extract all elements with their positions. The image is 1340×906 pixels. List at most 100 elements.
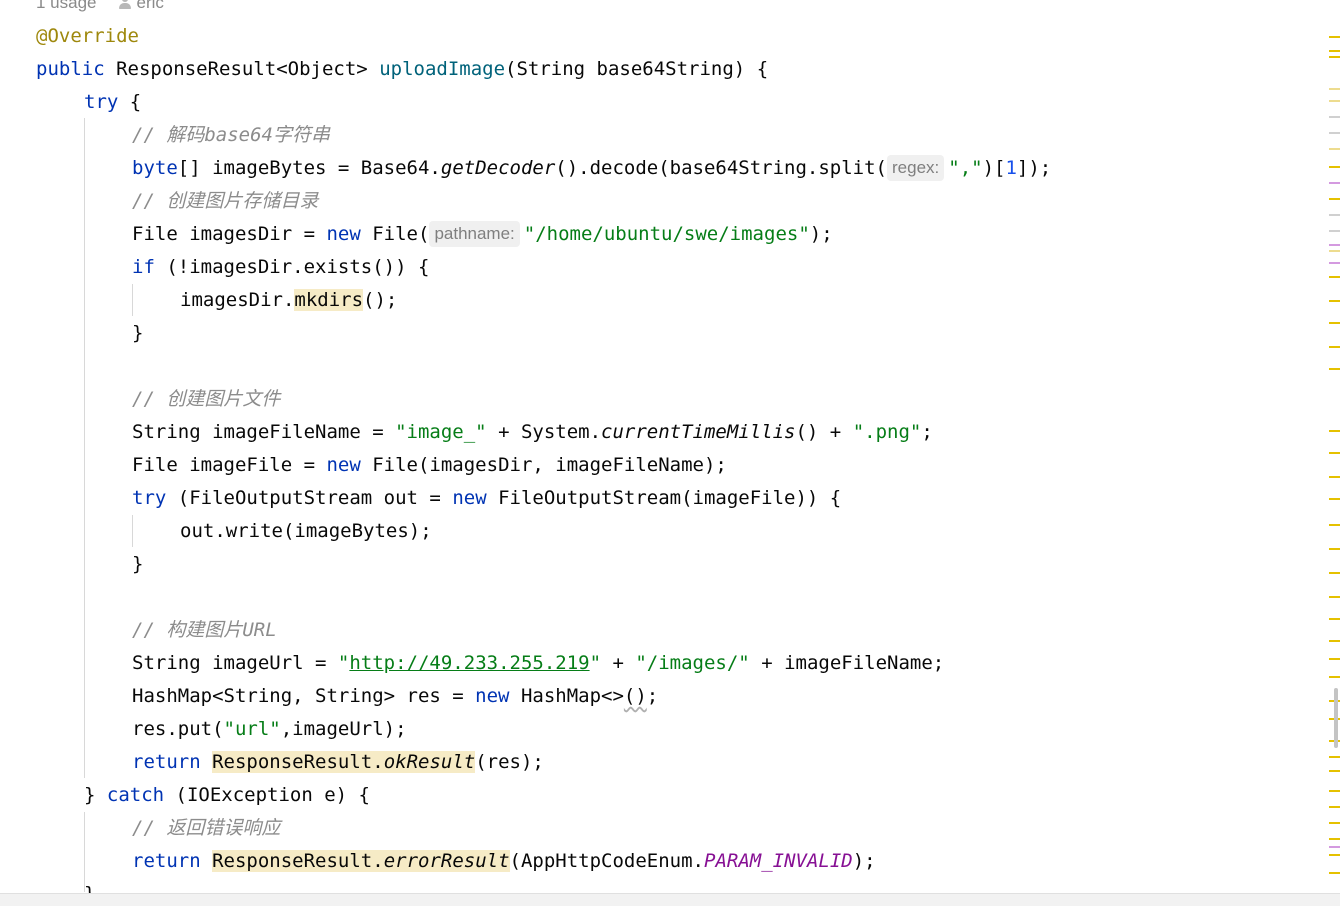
code-line-4[interactable]: // 解码base64字符串: [132, 119, 330, 152]
keyword-new: new: [326, 454, 361, 476]
method-okResult-highlighted[interactable]: okResult: [384, 751, 476, 773]
enum-PARAM_INVALID[interactable]: PARAM_INVALID: [704, 850, 853, 872]
usage-marker[interactable]: [1329, 262, 1340, 264]
info-marker[interactable]: [1329, 230, 1340, 232]
code-line-12[interactable]: // 创建图片文件: [132, 383, 280, 416]
code-text: ().decode(base64String.split(: [555, 157, 887, 179]
closing-brace: }: [132, 553, 144, 575]
warning-marker[interactable]: [1329, 300, 1340, 302]
code-line-9[interactable]: imagesDir.mkdirs();: [180, 284, 397, 317]
code-line-16[interactable]: out.write(imageBytes);: [180, 515, 432, 548]
code-editor[interactable]: 1 usage eric @Override public ResponseRes…: [0, 0, 1326, 893]
warning-marker[interactable]: [1329, 166, 1340, 168]
usages-count[interactable]: 1 usage: [36, 0, 97, 12]
warning-marker[interactable]: [1329, 524, 1340, 526]
info-marker[interactable]: [1329, 132, 1340, 134]
code-line-6[interactable]: // 创建图片存储目录: [132, 185, 318, 218]
code-line-8[interactable]: if (!imagesDir.exists()) {: [132, 251, 429, 284]
warning-squiggle[interactable]: (): [624, 685, 647, 707]
warning-marker[interactable]: [1329, 36, 1340, 38]
method-getDecoder[interactable]: getDecoder: [441, 157, 555, 179]
warning-marker[interactable]: [1329, 618, 1340, 620]
code-line-2[interactable]: public ResponseResult<Object> uploadImag…: [36, 53, 768, 86]
warning-marker[interactable]: [1329, 198, 1340, 200]
method-name-uploadImage[interactable]: uploadImage: [379, 58, 505, 80]
code-vision-hint[interactable]: 1 usage eric: [36, 0, 164, 14]
warning-marker[interactable]: [1329, 548, 1340, 550]
usage-marker[interactable]: [1329, 846, 1340, 848]
closing-brace: }: [84, 883, 95, 893]
code-line-20[interactable]: String imageUrl = "http://49.233.255.219…: [132, 647, 944, 680]
author-name[interactable]: eric: [137, 0, 164, 12]
warning-marker[interactable]: [1329, 872, 1340, 874]
warning-marker[interactable]: [1329, 854, 1340, 856]
warning-marker[interactable]: [1329, 640, 1340, 642]
warning-marker[interactable]: [1329, 498, 1340, 500]
code-line-1[interactable]: @Override: [36, 20, 139, 53]
warning-marker[interactable]: [1329, 676, 1340, 678]
code-line-27[interactable]: }: [84, 878, 95, 893]
warning-marker[interactable]: [1329, 50, 1340, 52]
method-errorResult-highlighted[interactable]: errorResult: [384, 850, 510, 872]
comment-create-file: // 创建图片文件: [132, 388, 281, 410]
string-images-path: "/home/ubuntu/swe/images": [523, 223, 810, 245]
warning-marker[interactable]: [1329, 790, 1340, 792]
warning-marker[interactable]: [1329, 572, 1340, 574]
usage-marker[interactable]: [1329, 244, 1340, 246]
code-line-25[interactable]: // 返回错误响应: [132, 812, 280, 845]
code-line-24[interactable]: } catch (IOException e) {: [84, 779, 370, 812]
warning-marker[interactable]: [1329, 148, 1340, 150]
code-text: );: [809, 223, 833, 245]
code-text: ;: [646, 685, 659, 707]
warning-marker[interactable]: [1329, 476, 1340, 478]
code-line-22[interactable]: res.put("url",imageUrl);: [132, 713, 407, 746]
warning-marker[interactable]: [1329, 56, 1340, 58]
vertical-scrollbar-thumb[interactable]: [1334, 688, 1338, 748]
warning-marker[interactable]: [1329, 756, 1340, 758]
info-marker[interactable]: [1329, 116, 1340, 118]
class-ResponseResult-highlighted[interactable]: ResponseResult.: [212, 751, 384, 773]
code-line-7[interactable]: File imagesDir = new File(pathname: "/hom…: [132, 218, 833, 251]
code-text: HashMap<>: [509, 685, 624, 707]
warning-marker[interactable]: [1329, 770, 1340, 772]
warning-marker[interactable]: [1329, 838, 1340, 840]
warning-marker[interactable]: [1329, 822, 1340, 824]
method-currentTimeMillis[interactable]: currentTimeMillis: [601, 421, 795, 443]
usage-marker[interactable]: [1329, 182, 1340, 184]
code-line-21[interactable]: HashMap<String, String> res = new HashMa…: [132, 680, 658, 713]
method-params: (String base64String) {: [505, 58, 769, 80]
indent-guide-inner-try: [132, 515, 133, 547]
code-line-23[interactable]: return ResponseResult.okResult(res);: [132, 746, 544, 779]
warning-marker[interactable]: [1329, 368, 1340, 370]
warning-marker[interactable]: [1329, 100, 1340, 102]
code-line-17[interactable]: }: [132, 548, 143, 581]
warning-marker[interactable]: [1329, 88, 1340, 90]
comment-decode: // 解码base64字符串: [132, 124, 330, 146]
code-line-26[interactable]: return ResponseResult.errorResult(AppHtt…: [132, 845, 876, 878]
warning-marker[interactable]: [1329, 452, 1340, 454]
warning-marker[interactable]: [1329, 658, 1340, 660]
code-line-3[interactable]: try {: [84, 86, 141, 119]
warning-marker[interactable]: [1329, 276, 1340, 278]
info-marker[interactable]: [1329, 214, 1340, 216]
horizontal-scrollbar[interactable]: [0, 893, 1340, 906]
code-text: String imageUrl =: [132, 652, 338, 674]
code-line-19[interactable]: // 构建图片URL: [132, 614, 277, 647]
warning-marker[interactable]: [1329, 250, 1340, 252]
code-text: (res);: [475, 751, 544, 773]
code-line-15[interactable]: try (FileOutputStream out = new FileOutp…: [132, 482, 841, 515]
code-line-10[interactable]: }: [132, 317, 143, 350]
code-line-5[interactable]: byte[] imageBytes = Base64.getDecoder().…: [132, 152, 1051, 185]
code-line-13[interactable]: String imageFileName = "image_" + System…: [132, 416, 933, 449]
warning-marker[interactable]: [1329, 322, 1340, 324]
comment-build-url: // 构建图片URL: [132, 619, 277, 641]
warning-marker[interactable]: [1329, 430, 1340, 432]
warning-marker[interactable]: [1329, 346, 1340, 348]
code-line-14[interactable]: File imageFile = new File(imagesDir, ima…: [132, 449, 727, 482]
method-mkdirs-highlighted[interactable]: mkdirs: [294, 289, 364, 311]
url-link[interactable]: http://49.233.255.219: [349, 652, 589, 674]
class-ResponseResult-highlighted[interactable]: ResponseResult.: [212, 850, 384, 872]
warning-marker[interactable]: [1329, 806, 1340, 808]
warning-marker[interactable]: [1329, 596, 1340, 598]
